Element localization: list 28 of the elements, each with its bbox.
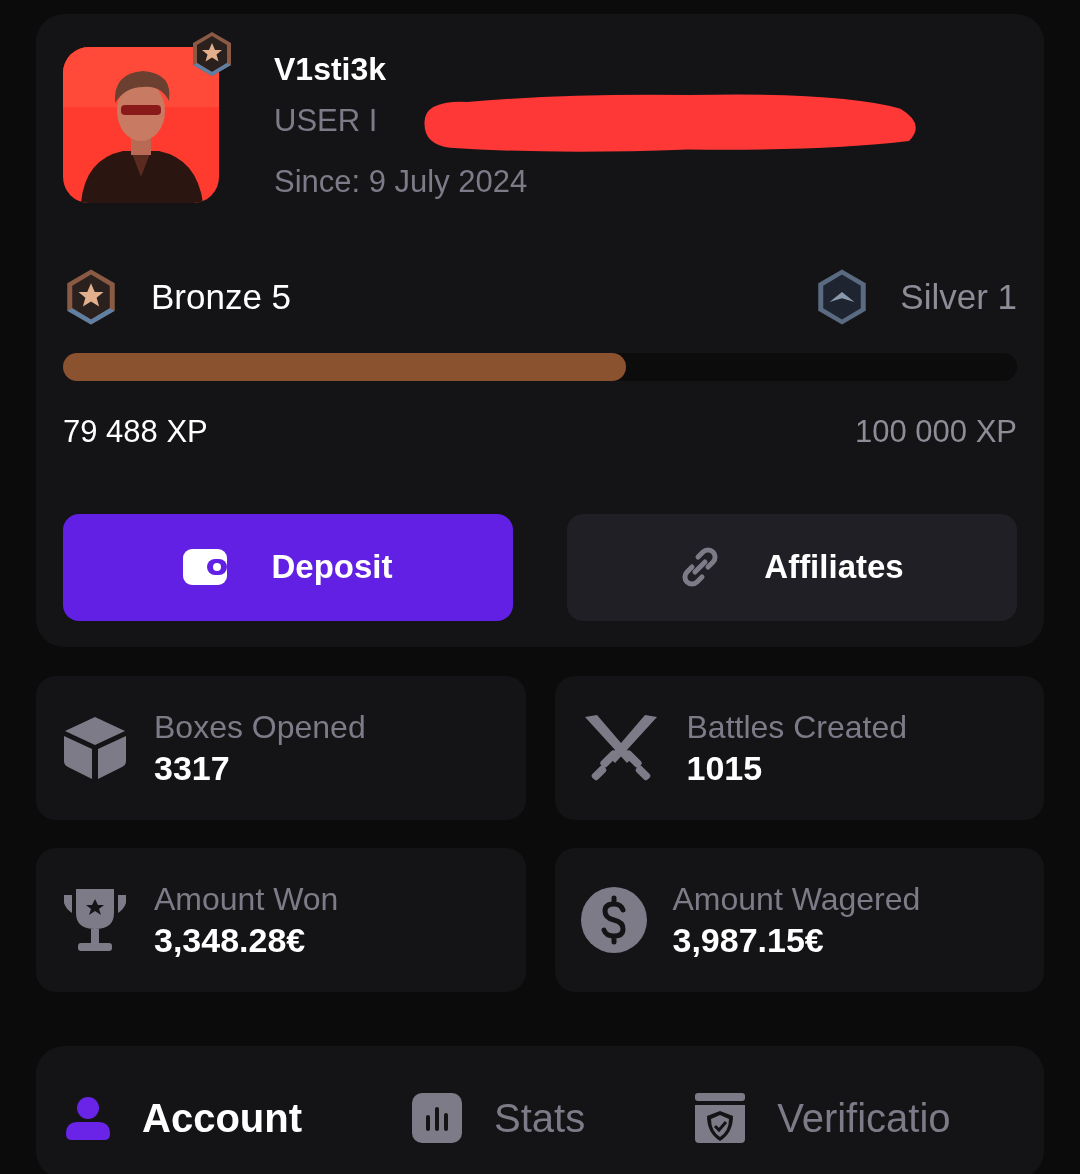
next-rank: Silver 1	[900, 275, 1017, 318]
dollar-coin-icon	[580, 886, 647, 953]
stat-value: 3317	[154, 747, 231, 789]
stat-label: Battles Created	[686, 707, 908, 747]
tab[interactable]: Stats	[412, 1087, 586, 1148]
stat-label: Boxes Opened	[154, 707, 366, 747]
target-xp: 100 000 XP	[854, 413, 1017, 451]
username: V1sti3k	[274, 50, 388, 88]
user-icon	[66, 1095, 110, 1140]
wallet-icon	[183, 549, 228, 585]
cube-icon	[62, 714, 128, 781]
member-since: Since: 9 July 2024	[274, 163, 528, 201]
affiliates-button[interactable]: Affiliates	[567, 513, 1017, 621]
stat-value: 1015	[686, 747, 764, 789]
current-xp: 79 488 XP	[63, 413, 208, 451]
user-id-label: USER I	[274, 101, 378, 140]
deposit-button[interactable]: Deposit	[63, 513, 513, 621]
stat-label: Amount Wagered	[672, 879, 921, 919]
bar-chart-icon	[412, 1092, 462, 1143]
shield-card-icon	[695, 1092, 746, 1143]
tab[interactable]: Verificatio	[695, 1087, 951, 1148]
current-rank: Bronze 5	[151, 275, 292, 318]
tab[interactable]: Account	[66, 1087, 302, 1148]
rank-badge-icon	[190, 30, 234, 78]
stat-label: Amount Won	[154, 879, 339, 919]
stat-value: 3,348.28€	[154, 919, 307, 961]
stat-value: 3,987.15€	[672, 919, 825, 961]
trophy-icon	[62, 886, 128, 953]
